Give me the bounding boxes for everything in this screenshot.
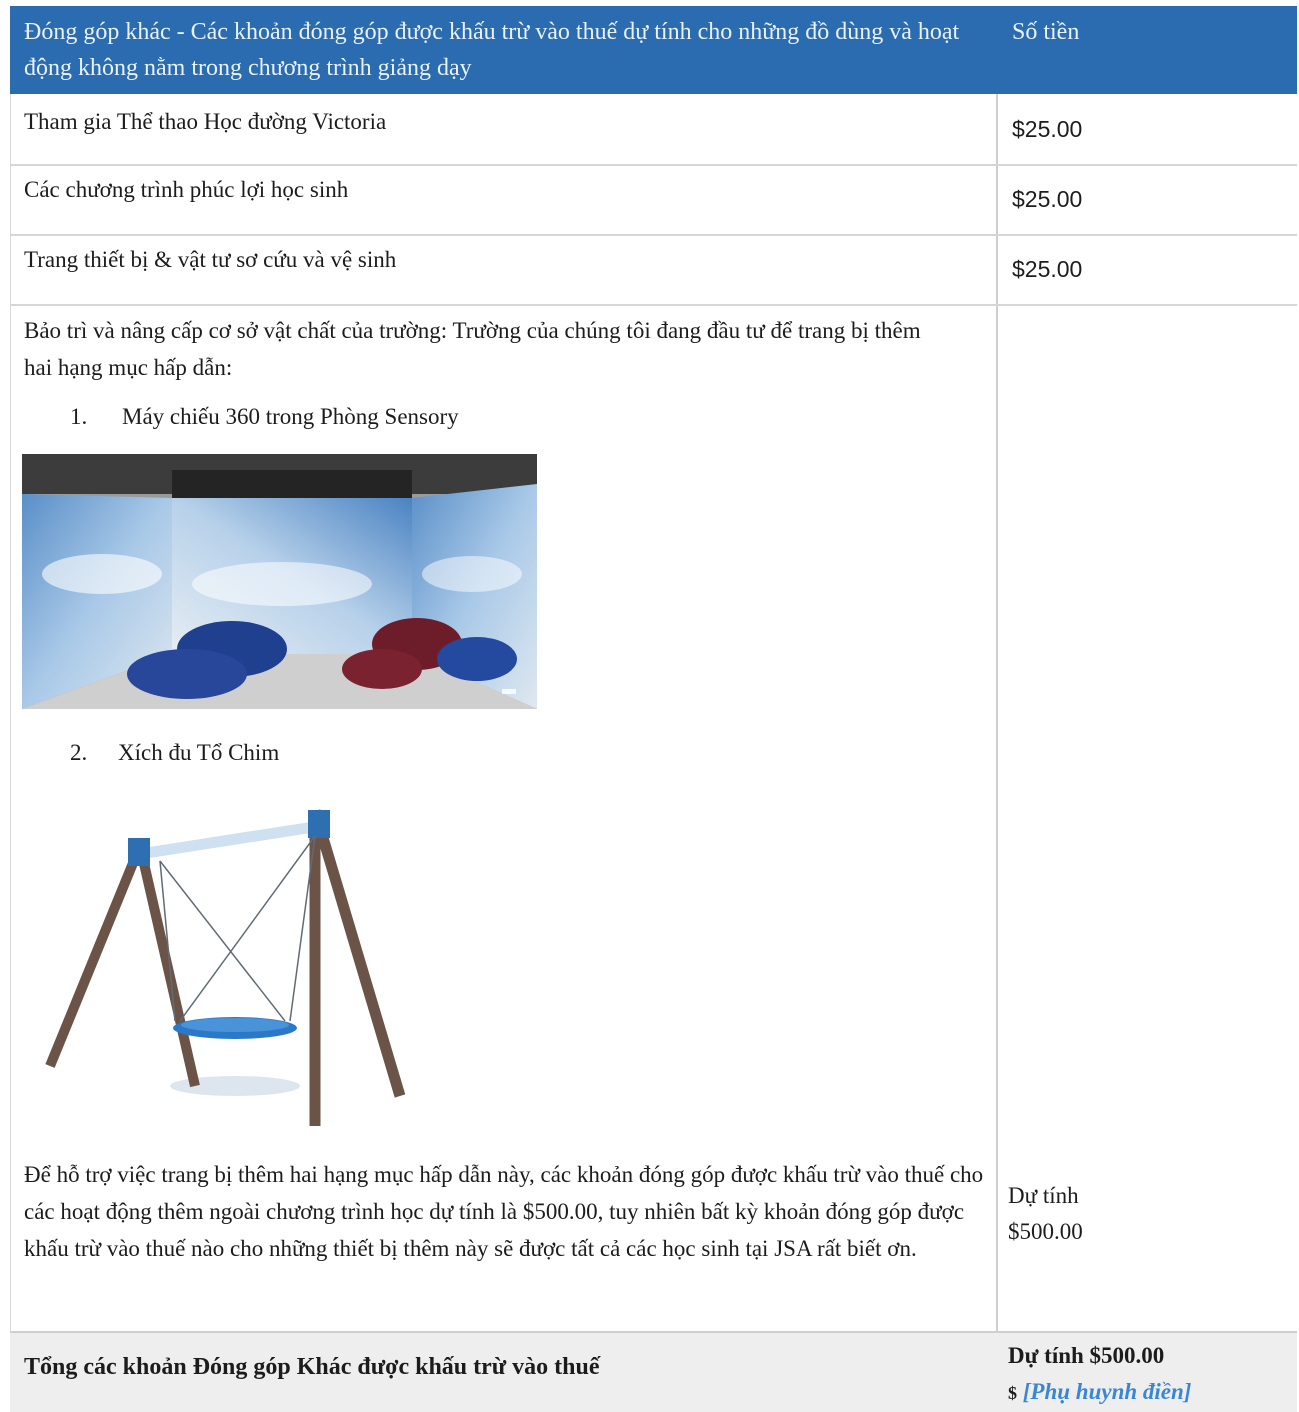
- list-item-projector: Máy chiếu 360 trong Phòng Sensory: [122, 404, 459, 429]
- list-number-1: 1.: [70, 404, 88, 429]
- table-header: Đóng góp khác - Các khoản đóng góp được …: [10, 6, 1297, 94]
- facilities-estimate-amount: $500.00: [1008, 1219, 1083, 1244]
- total-label: Tổng các khoản Đóng góp Khác được khấu t…: [24, 1354, 600, 1380]
- table-border-left: [10, 94, 11, 1412]
- row-label-sports: Tham gia Thể thao Học đường Victoria: [24, 109, 387, 134]
- nest-swing-photo: [30, 796, 450, 1141]
- row-amount-sports: $25.00: [1012, 116, 1083, 142]
- row-label-firstaid: Trang thiết bị & vật tư sơ cứu và vệ sin…: [24, 247, 397, 272]
- total-dollar-sign: $: [1008, 1383, 1017, 1403]
- row-divider: [10, 164, 1297, 166]
- header-amount: Số tiền: [1012, 19, 1080, 45]
- row-amount-wellbeing: $25.00: [1012, 186, 1083, 212]
- header-description: Đóng góp khác - Các khoản đóng góp được …: [24, 19, 960, 81]
- row-label-wellbeing: Các chương trình phúc lợi học sinh: [24, 177, 349, 202]
- total-estimate: Dự tính $500.00: [1008, 1343, 1165, 1368]
- parent-fill-hint[interactable]: [Phụ huynh điền]: [1023, 1379, 1192, 1404]
- row-divider: [10, 304, 1297, 306]
- facilities-estimate-label: Dự tính: [1008, 1183, 1079, 1208]
- sensory-room-photo: [22, 454, 537, 709]
- facilities-closing: Để hỗ trợ việc trang bị thêm hai hạng mụ…: [24, 1162, 984, 1261]
- column-divider: [996, 94, 998, 1412]
- row-divider: [10, 1331, 1297, 1333]
- list-number-2: 2.: [70, 740, 88, 765]
- contributions-table: Đóng góp khác - Các khoản đóng góp được …: [10, 6, 1297, 1412]
- facilities-intro: Bảo trì và nâng cấp cơ sở vật chất của t…: [24, 318, 921, 380]
- row-divider: [10, 234, 1297, 236]
- total-fill-field[interactable]: $ [Phụ huynh điền]: [1008, 1379, 1191, 1405]
- row-amount-firstaid: $25.00: [1012, 256, 1083, 282]
- list-item-swing: Xích đu Tổ Chim: [118, 740, 280, 765]
